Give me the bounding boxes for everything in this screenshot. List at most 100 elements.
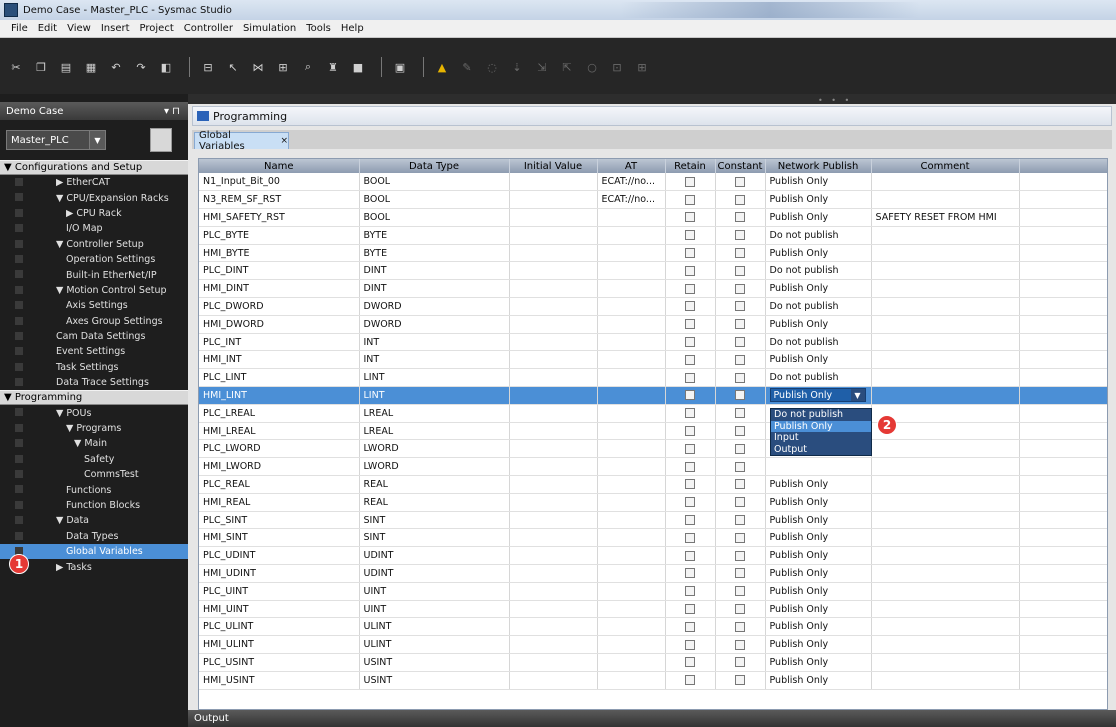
cell-data-type[interactable]: ULINT xyxy=(359,635,510,655)
cell-name[interactable]: HMI_DWORD xyxy=(199,315,360,334)
cell-at[interactable]: ECAT://no... xyxy=(597,173,666,192)
constant-checkbox[interactable] xyxy=(735,408,745,419)
cell-network-publish[interactable]: Publish Only xyxy=(765,244,872,263)
table-row[interactable]: HMI_UDINT UDINT Publish Only xyxy=(199,564,1107,583)
controller-select[interactable]: Master_PLC ▼ xyxy=(6,130,106,150)
tree-item[interactable]: Axis Settings xyxy=(0,298,188,313)
constant-checkbox[interactable] xyxy=(735,426,745,437)
cell-at[interactable] xyxy=(597,653,666,672)
constant-checkbox[interactable] xyxy=(735,461,745,472)
tree-item[interactable]: Axes Group Settings xyxy=(0,314,188,329)
cell-name[interactable]: HMI_REAL xyxy=(199,493,360,512)
delete-icon[interactable]: ▦ xyxy=(81,58,101,76)
cell-name[interactable]: PLC_UINT xyxy=(199,582,360,601)
table-row[interactable]: HMI_UINT UINT Publish Only xyxy=(199,600,1107,619)
retain-checkbox[interactable] xyxy=(685,248,695,259)
cell-network-publish[interactable]: Publish Only xyxy=(765,493,872,512)
column-header[interactable]: Constant xyxy=(715,159,766,173)
tree-item[interactable]: ▼ Main xyxy=(0,436,188,451)
dropdown-option[interactable]: Publish Only xyxy=(771,420,871,432)
cell-name[interactable]: PLC_LINT xyxy=(199,368,360,388)
monitor-icon[interactable]: ▣ xyxy=(390,58,410,76)
constant-checkbox[interactable] xyxy=(735,479,745,490)
tree-item[interactable]: Data Types xyxy=(0,529,188,544)
tree-item[interactable]: Operation Settings xyxy=(0,252,188,267)
cell-comment[interactable] xyxy=(871,600,1020,619)
paste-icon[interactable]: ▤ xyxy=(56,58,76,76)
section-programming[interactable]: ▼ Programming xyxy=(0,390,188,406)
cell-at[interactable] xyxy=(597,635,666,655)
cell-comment[interactable] xyxy=(871,582,1020,601)
menu-view[interactable]: View xyxy=(62,23,96,34)
constant-checkbox[interactable] xyxy=(735,532,745,543)
cell-at[interactable] xyxy=(597,671,666,690)
retain-checkbox[interactable] xyxy=(685,230,695,241)
tree-item[interactable]: ▼ Controller Setup xyxy=(0,237,188,252)
cut-icon[interactable]: ✂ xyxy=(6,58,26,76)
cell-network-publish[interactable]: Publish Only xyxy=(765,653,872,672)
tree-item[interactable]: Built-in EtherNet/IP xyxy=(0,267,188,282)
cell-comment[interactable] xyxy=(871,457,1020,477)
table-row[interactable]: PLC_DWORD DWORD Do not publish xyxy=(199,297,1107,316)
column-header[interactable]: Initial Value xyxy=(509,159,598,173)
tree-item[interactable]: ▶ CPU Rack xyxy=(0,206,188,221)
cell-initial-value[interactable] xyxy=(509,244,598,263)
constant-checkbox[interactable] xyxy=(735,230,745,241)
cell-name[interactable]: PLC_SINT xyxy=(199,511,360,530)
cell-initial-value[interactable] xyxy=(509,546,598,566)
pin-icon[interactable]: ▾ ⊓ xyxy=(164,106,180,117)
cell-at[interactable] xyxy=(597,333,666,352)
cell-data-type[interactable]: LWORD xyxy=(359,457,510,477)
constant-checkbox[interactable] xyxy=(735,265,745,276)
table-row[interactable]: N1_Input_Bit_00 BOOL ECAT://no... Publish O… xyxy=(199,173,1107,192)
warning-icon[interactable]: ▲ xyxy=(432,58,452,76)
table-row[interactable]: PLC_INT INT Do not publish xyxy=(199,333,1107,352)
tree-item[interactable]: Event Settings xyxy=(0,344,188,359)
constant-checkbox[interactable] xyxy=(735,621,745,632)
tree-item[interactable]: I/O Map xyxy=(0,221,188,236)
cell-data-type[interactable]: REAL xyxy=(359,475,510,494)
cell-data-type[interactable]: DWORD xyxy=(359,297,510,316)
cell-data-type[interactable]: SINT xyxy=(359,528,510,548)
table-row[interactable]: N3_REM_SF_RST BOOL ECAT://no... Publish Onl… xyxy=(199,190,1107,210)
cell-name[interactable]: PLC_DWORD xyxy=(199,297,360,316)
cell-comment[interactable] xyxy=(871,386,1020,405)
cell-comment[interactable] xyxy=(871,226,1020,245)
cell-at[interactable] xyxy=(597,493,666,512)
cell-at[interactable] xyxy=(597,422,666,441)
cell-data-type[interactable]: BOOL xyxy=(359,208,510,227)
cell-at[interactable] xyxy=(597,600,666,619)
tree-item[interactable]: ▼ POUs xyxy=(0,405,188,420)
cell-name[interactable]: PLC_USINT xyxy=(199,653,360,672)
cell-network-publish[interactable]: Publish Only xyxy=(765,671,872,690)
table-row[interactable]: PLC_LWORD LWORD xyxy=(199,439,1107,459)
cell-initial-value[interactable] xyxy=(509,226,598,245)
cell-comment[interactable] xyxy=(871,244,1020,263)
cell-network-publish[interactable]: Publish Only xyxy=(765,279,872,299)
constant-checkbox[interactable] xyxy=(735,194,745,205)
table-row[interactable]: HMI_DINT DINT Publish Only xyxy=(199,279,1107,299)
cell-at[interactable] xyxy=(597,226,666,245)
cell-initial-value[interactable] xyxy=(509,350,598,370)
retain-checkbox[interactable] xyxy=(685,212,695,223)
network-publish-dropdown[interactable]: Do not publish Publish Only Input Output xyxy=(770,408,872,456)
cell-data-type[interactable]: LREAL xyxy=(359,422,510,441)
cell-network-publish[interactable]: Publish Only xyxy=(765,173,872,192)
cell-name[interactable]: HMI_INT xyxy=(199,350,360,370)
cell-at[interactable] xyxy=(597,582,666,601)
cell-name[interactable]: N1_Input_Bit_00 xyxy=(199,173,360,192)
cell-name[interactable]: HMI_BYTE xyxy=(199,244,360,263)
cell-network-publish[interactable] xyxy=(765,457,872,477)
cell-at[interactable] xyxy=(597,439,666,459)
cross-ref-icon[interactable]: ♜ xyxy=(323,58,343,76)
column-header[interactable]: Comment xyxy=(871,159,1020,173)
cell-name[interactable]: PLC_ULINT xyxy=(199,617,360,637)
cell-data-type[interactable]: REAL xyxy=(359,493,510,512)
cell-network-publish[interactable]: Publish Only xyxy=(765,617,872,637)
cell-network-publish[interactable]: Publish Only xyxy=(765,546,872,566)
tab-global-variables[interactable]: Global Variables × xyxy=(194,130,289,152)
cell-name[interactable]: PLC_BYTE xyxy=(199,226,360,245)
retain-checkbox[interactable] xyxy=(685,354,695,365)
cell-at[interactable] xyxy=(597,279,666,299)
cell-name[interactable]: HMI_LWORD xyxy=(199,457,360,477)
